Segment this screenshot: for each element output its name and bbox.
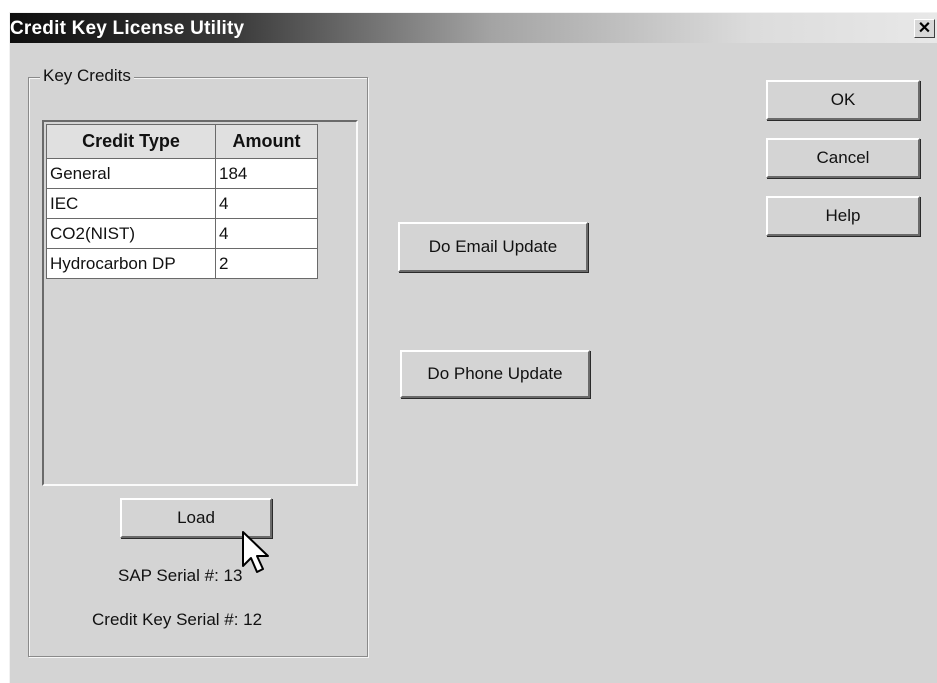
table-header-row: Credit Type Amount <box>46 124 318 159</box>
window-title: Credit Key License Utility <box>10 18 245 39</box>
credit-type-cell: CO2(NIST) <box>46 218 216 249</box>
title-bar[interactable]: Credit Key License Utility ✕ <box>10 13 937 43</box>
table-row[interactable]: CO2(NIST) 4 <box>46 218 318 249</box>
table-row[interactable]: IEC 4 <box>46 188 318 219</box>
close-button[interactable]: ✕ <box>914 19 935 38</box>
column-header-credit-type[interactable]: Credit Type <box>46 124 216 159</box>
email-update-button[interactable]: Do Email Update <box>398 222 588 272</box>
ok-button[interactable]: OK <box>766 80 920 120</box>
sap-serial-label: SAP Serial #: 13 <box>118 566 243 585</box>
help-button[interactable]: Help <box>766 196 920 236</box>
credits-table: Credit Type Amount General 184 IEC 4 CO2… <box>46 124 318 279</box>
amount-cell: 184 <box>215 158 318 189</box>
arrow-cursor-icon <box>242 531 269 573</box>
key-credits-legend: Key Credits <box>40 66 134 86</box>
credit-type-cell: Hydrocarbon DP <box>46 248 216 279</box>
credit-type-cell: General <box>46 158 216 189</box>
table-row[interactable]: Hydrocarbon DP 2 <box>46 248 318 279</box>
amount-cell: 4 <box>215 188 318 219</box>
column-header-amount[interactable]: Amount <box>215 124 318 159</box>
close-icon: ✕ <box>917 20 932 37</box>
table-row[interactable]: General 184 <box>46 158 318 189</box>
credit-type-cell: IEC <box>46 188 216 219</box>
credit-key-serial-label: Credit Key Serial #: 12 <box>92 610 263 629</box>
cancel-button[interactable]: Cancel <box>766 138 920 178</box>
amount-cell: 2 <box>215 248 318 279</box>
amount-cell: 4 <box>215 218 318 249</box>
phone-update-button[interactable]: Do Phone Update <box>400 350 590 398</box>
